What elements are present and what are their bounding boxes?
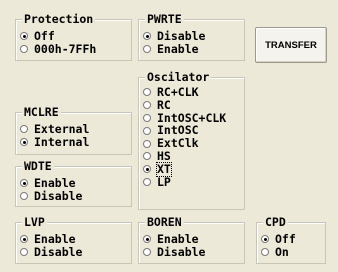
lvp-option-label: Disable	[34, 244, 83, 259]
oscilator-option-label: HS	[157, 148, 171, 163]
cpd-group: CPD Off On	[256, 216, 326, 264]
oscilator-option-extclk[interactable]: ExtClk	[143, 137, 226, 150]
oscilator-option-xt[interactable]: XT	[143, 161, 226, 177]
wdte-option-label: Disable	[34, 188, 83, 203]
protection-option-label: 000h-7FFh	[34, 41, 97, 56]
oscilator-radio-extclk[interactable]	[143, 139, 151, 148]
cpd-option-off[interactable]: Off	[261, 233, 296, 246]
protection-title: Protection	[22, 12, 96, 26]
cpd-title: CPD	[263, 215, 288, 229]
oscilator-option-rc-clk[interactable]: RC+CLK	[143, 86, 226, 99]
pwrte-title: PWRTE	[145, 12, 184, 26]
mclre-group: MCLRE External Internal	[15, 106, 132, 155]
protection-radio-off[interactable]	[20, 32, 28, 41]
pwrte-option-label: Enable	[157, 41, 199, 56]
lvp-title: LVP	[22, 215, 47, 229]
oscilator-option-label: RC+CLK	[157, 85, 199, 99]
wdte-group: WDTE Enable Disable	[15, 160, 132, 207]
lvp-option-enable[interactable]: Enable	[20, 233, 82, 246]
boren-radio-disable[interactable]	[143, 248, 151, 257]
oscilator-radio-hs[interactable]	[143, 152, 151, 161]
oscilator-group: Oscilator RC+CLK RC IntOSC+CLK IntOSC Ex…	[138, 71, 245, 210]
wdte-title: WDTE	[22, 159, 54, 173]
boren-group: BOREN Enable Disable	[138, 216, 245, 264]
oscilator-title: Oscilator	[145, 70, 212, 84]
oscilator-option-rc[interactable]: RC	[143, 97, 226, 112]
wdte-radio-enable[interactable]	[20, 179, 28, 188]
transfer-button[interactable]: TRANSFER	[255, 27, 327, 63]
mclre-radio-external[interactable]	[20, 125, 28, 134]
oscilator-radio-lp[interactable]	[143, 177, 151, 186]
boren-title: BOREN	[145, 215, 184, 229]
oscilator-radio-rc[interactable]	[143, 101, 151, 110]
protection-radio-000h-7ffh[interactable]	[20, 45, 28, 54]
protection-option-000h-7ffh[interactable]: 000h-7FFh	[20, 41, 97, 56]
protection-option-label: Off	[34, 29, 55, 43]
pwrte-group: PWRTE Disable Enable	[138, 13, 245, 61]
mclre-option-label: External	[34, 122, 90, 136]
cpd-radio-on[interactable]	[261, 248, 269, 257]
mclre-radio-internal[interactable]	[20, 138, 28, 147]
protection-option-off[interactable]: Off	[20, 30, 96, 43]
cpd-option-label: On	[275, 244, 289, 259]
pwrte-radio-disable[interactable]	[143, 32, 151, 41]
cpd-radio-off[interactable]	[261, 235, 269, 244]
boren-option-label: Disable	[157, 244, 206, 259]
pwrte-option-label: Disable	[157, 29, 206, 43]
oscilator-radio-xt[interactable]	[143, 165, 151, 174]
mclre-option-label: Internal	[34, 134, 90, 149]
oscilator-option-label: XT	[156, 161, 172, 177]
mclre-option-external[interactable]: External	[20, 123, 89, 136]
lvp-group: LVP Enable Disable	[15, 216, 132, 264]
boren-option-disable[interactable]: Disable	[143, 244, 206, 259]
boren-option-enable[interactable]: Enable	[143, 233, 205, 246]
wdte-option-disable[interactable]: Disable	[20, 188, 83, 203]
mclre-option-internal[interactable]: Internal	[20, 134, 90, 149]
lvp-option-label: Enable	[34, 232, 76, 246]
oscilator-option-hs[interactable]: HS	[143, 150, 226, 163]
lvp-radio-enable[interactable]	[20, 235, 28, 244]
wdte-option-enable[interactable]: Enable	[20, 177, 82, 190]
oscilator-option-lp[interactable]: LP	[143, 174, 226, 189]
lvp-option-disable[interactable]: Disable	[20, 244, 83, 259]
pwrte-radio-enable[interactable]	[143, 45, 151, 54]
pwrte-option-enable[interactable]: Enable	[143, 41, 205, 56]
wdte-option-label: Enable	[34, 176, 76, 190]
wdte-radio-disable[interactable]	[20, 192, 28, 201]
oscilator-radio-intosc[interactable]	[143, 126, 151, 135]
oscilator-radio-intosc-clk[interactable]	[143, 113, 151, 122]
boren-option-label: Enable	[157, 232, 199, 246]
pwrte-option-disable[interactable]: Disable	[143, 30, 205, 43]
cpd-option-label: Off	[275, 232, 296, 246]
oscilator-radio-rc-clk[interactable]	[143, 88, 151, 97]
oscilator-option-label: RC	[157, 97, 171, 112]
cpd-option-on[interactable]: On	[261, 244, 296, 259]
config-panel: Protection Off 000h-7FFh PWRTE Disable E…	[0, 0, 338, 272]
protection-group: Protection Off 000h-7FFh	[15, 13, 132, 61]
mclre-title: MCLRE	[22, 105, 61, 119]
oscilator-option-label: LP	[157, 174, 171, 189]
boren-radio-enable[interactable]	[143, 235, 151, 244]
lvp-radio-disable[interactable]	[20, 248, 28, 257]
